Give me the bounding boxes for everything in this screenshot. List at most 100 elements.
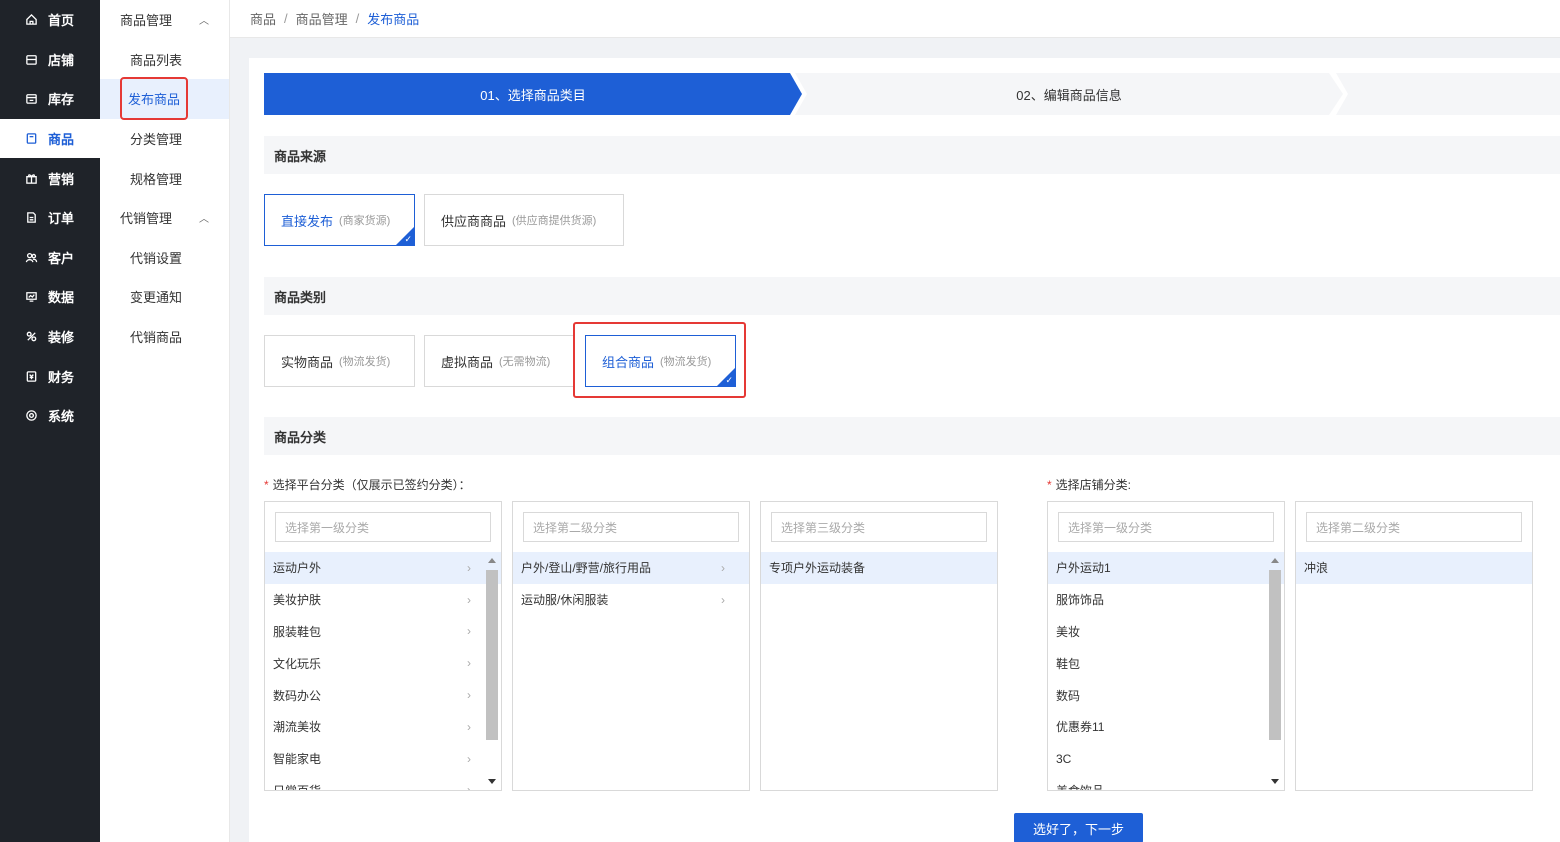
list-item[interactable]: 美食饮品 (1048, 775, 1284, 790)
list-item[interactable]: 文化玩乐 › (265, 647, 501, 679)
required-mark: * (1047, 478, 1052, 492)
nav-item-system[interactable]: 系统 (0, 396, 100, 436)
submenu-item-consignment-products[interactable]: 代销商品 (100, 317, 229, 357)
type-option-physical[interactable]: 实物商品 (物流发货) (264, 335, 415, 387)
category-search-input[interactable]: 选择第二级分类 (523, 512, 739, 542)
item-label: 潮流美妆 (273, 720, 322, 735)
submenu-item-product-list[interactable]: 商品列表 (100, 40, 229, 80)
list-item[interactable]: 数码 (1048, 679, 1284, 711)
chevron-right-icon: › (467, 719, 471, 734)
option-label: 直接发布 (281, 213, 334, 229)
nav-item-marketing[interactable]: 营销 (0, 158, 100, 198)
item-label: 智能家电 (273, 752, 322, 767)
source-option-direct[interactable]: 直接发布 (商家货源) ✓ (264, 194, 415, 246)
list-item[interactable]: 智能家电 › (265, 743, 501, 775)
section-title-category: 商品分类 (264, 417, 1560, 455)
list-item[interactable]: 3C (1048, 743, 1284, 775)
submenu-group-product-management[interactable]: 商品管理 ︿ (100, 0, 229, 40)
nav-item-inventory[interactable]: 库存 (0, 79, 100, 119)
list-item[interactable]: 服装鞋包 › (265, 616, 501, 648)
next-step-button[interactable]: 选好了，下一步 (1014, 813, 1143, 842)
nav-item-order[interactable]: 订单 (0, 198, 100, 238)
item-label: 运动户外 (273, 561, 322, 576)
nav-item-customer[interactable]: 客户 (0, 238, 100, 278)
list-item[interactable]: 运动户外 › (265, 552, 501, 584)
chevron-right-icon: › (467, 783, 471, 791)
item-label: 鞋包 (1056, 656, 1081, 671)
category-search-input[interactable]: 选择第三级分类 (771, 512, 987, 542)
step-select-category: 01、选择商品类目 (264, 73, 802, 115)
scroll-down-icon[interactable] (488, 779, 496, 784)
nav-item-product[interactable]: 商品 (0, 118, 100, 159)
option-hint: (供应商提供货源) (512, 215, 597, 227)
shop-category-label: * 选择店铺分类: (1047, 476, 1131, 493)
list-item[interactable]: 潮流美妆 › (265, 711, 501, 743)
list-item[interactable]: 美妆护肤 › (265, 584, 501, 616)
scroll-down-icon[interactable] (1271, 779, 1279, 784)
scrollbar[interactable] (1268, 554, 1282, 790)
list-item[interactable]: 专项户外运动装备 (761, 552, 997, 584)
item-label: 文化玩乐 (273, 656, 322, 671)
shop-category-level1: 选择第一级分类 户外运动1 服饰饰品 美妆 鞋包 数码 优惠券11 3C 美食饮… (1047, 501, 1285, 791)
breadcrumb-item[interactable]: 商品 (250, 9, 276, 28)
list-item[interactable]: 运动服/休闲服装 › (513, 584, 749, 616)
settings-icon (24, 409, 38, 423)
submenu-item-publish-product[interactable]: 发布商品 (100, 77, 229, 121)
submenu-item-label: 商品列表 (130, 52, 183, 68)
list-item[interactable]: 美妆 (1048, 616, 1284, 648)
submenu-item-spec-management[interactable]: 规格管理 (100, 158, 229, 198)
breadcrumb-item[interactable]: 商品管理 (296, 9, 348, 28)
option-hint: (无需物流) (499, 356, 551, 368)
nav-item-decorate[interactable]: 装修 (0, 317, 100, 357)
store-icon (24, 52, 38, 66)
submenu-item-consignment-settings[interactable]: 代销设置 (100, 238, 229, 278)
chevron-right-icon: › (721, 560, 725, 575)
breadcrumb-separator: / (355, 11, 360, 26)
nav-item-store[interactable]: 店铺 (0, 40, 100, 80)
submenu-group-consignment-management[interactable]: 代销管理 ︿ (100, 198, 229, 238)
list-item[interactable]: 冲浪 (1296, 552, 1532, 584)
nav-item-finance[interactable]: 财务 (0, 356, 100, 396)
main-nav: 首页 店铺 库存 商品 营销 订单 客户 数据 装修 财务 系统 (0, 0, 100, 842)
submenu-item-change-notice[interactable]: 变更通知 (100, 277, 229, 317)
nav-label: 订单 (48, 211, 75, 227)
list-item[interactable]: 户外/登山/野营/旅行用品 › (513, 552, 749, 584)
submenu-item-category-management[interactable]: 分类管理 (100, 119, 229, 159)
nav-label: 店铺 (48, 52, 75, 68)
nav-item-home[interactable]: 首页 (0, 0, 100, 40)
item-label: 服装鞋包 (273, 624, 322, 639)
submenu-item-label: 代销商品 (130, 330, 183, 346)
list-item[interactable]: 优惠券11 (1048, 711, 1284, 743)
item-label: 专项户外运动装备 (769, 561, 866, 576)
list-item[interactable]: 户外运动1 (1048, 552, 1284, 584)
scroll-up-icon[interactable] (488, 558, 496, 563)
category-search-input[interactable]: 选择第一级分类 (1058, 512, 1274, 542)
item-label: 美妆 (1056, 624, 1081, 639)
platform-category-level1: 选择第一级分类 运动户外 › 美妆护肤 › 服装鞋包 › 文化玩乐 › 数码办公 › 潮流… (264, 501, 502, 791)
item-label: 户外/登山/野营/旅行用品 (521, 561, 652, 576)
required-mark: * (264, 478, 269, 492)
sub-menu: 商品管理 ︿ 商品列表 发布商品 分类管理 规格管理 代销管理 ︿ 代销设置 变… (100, 0, 230, 842)
scroll-up-icon[interactable] (1271, 558, 1279, 563)
decorate-icon (24, 330, 38, 344)
scrollbar[interactable] (485, 554, 499, 790)
type-option-virtual[interactable]: 虚拟商品 (无需物流) (424, 335, 575, 387)
breadcrumb-current: 发布商品 (367, 12, 420, 27)
item-label: 优惠券11 (1056, 720, 1105, 735)
scroll-thumb[interactable] (1269, 570, 1281, 740)
item-label: 数码办公 (273, 688, 322, 703)
chevron-right-icon: › (467, 656, 471, 671)
source-option-supplier[interactable]: 供应商商品 (供应商提供货源) (424, 194, 624, 246)
submenu-item-label: 规格管理 (130, 171, 183, 187)
category-search-input[interactable]: 选择第一级分类 (275, 512, 491, 542)
list-item[interactable]: 数码办公 › (265, 679, 501, 711)
item-label: 美妆护肤 (273, 593, 322, 608)
category-search-input[interactable]: 选择第二级分类 (1306, 512, 1522, 542)
option-label: 虚拟商品 (441, 354, 494, 370)
nav-item-data[interactable]: 数据 (0, 277, 100, 317)
list-item[interactable]: 日常百货 › (265, 775, 501, 791)
scroll-thumb[interactable] (486, 570, 498, 740)
list-item[interactable]: 鞋包 (1048, 647, 1284, 679)
list-item[interactable]: 服饰饰品 (1048, 584, 1284, 616)
product-icon (24, 132, 38, 146)
